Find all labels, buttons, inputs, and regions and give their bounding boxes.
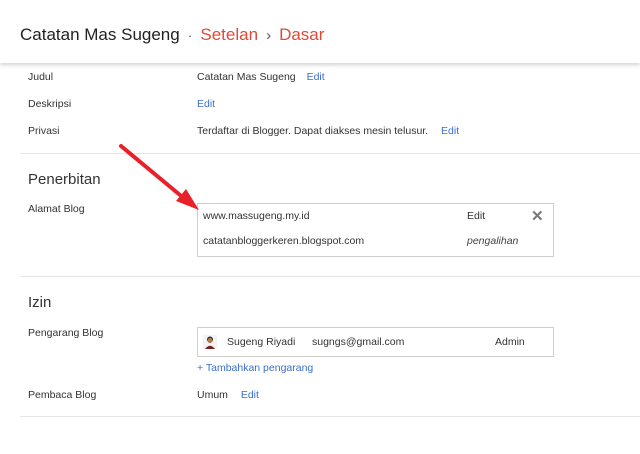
custom-domain-value: www.massugeng.my.id — [203, 210, 310, 222]
breadcrumb-separator: · — [187, 27, 193, 43]
readers-row: Umum Edit — [197, 389, 259, 401]
publishing-heading: Penerbitan — [28, 171, 101, 188]
add-author-link[interactable]: + Tambahkan pengarang — [197, 362, 313, 374]
section-divider — [20, 153, 640, 154]
author-role: Admin — [495, 336, 525, 348]
title-label: Judul — [28, 71, 54, 83]
breadcrumb: Catatan Mas Sugeng · Setelan › Dasar — [20, 25, 324, 45]
description-label: Deskripsi — [28, 98, 72, 110]
breadcrumb-blog-name[interactable]: Catatan Mas Sugeng — [20, 25, 180, 44]
blog-address-box: www.massugeng.my.id Edit ✕ catatanblogge… — [197, 203, 554, 257]
author-row: Sugeng Riyadi sugngs@gmail.com Admin — [197, 327, 554, 357]
description-edit-link[interactable]: Edit — [197, 98, 215, 110]
avatar — [203, 335, 217, 349]
blog-readers-label: Pembaca Blog — [28, 389, 97, 401]
privacy-label: Privasi — [28, 125, 60, 137]
permissions-heading: Izin — [28, 294, 52, 311]
readers-value: Umum — [197, 389, 228, 401]
blogspot-address-value: catatanbloggerkeren.blogspot.com — [203, 235, 365, 247]
section-divider — [20, 416, 640, 417]
privacy-edit-link[interactable]: Edit — [441, 125, 459, 137]
author-email-link[interactable]: sugngs@gmail.com — [312, 336, 404, 348]
author-name-link[interactable]: Sugeng Riyadi — [227, 336, 295, 348]
blog-authors-label: Pengarang Blog — [28, 327, 104, 339]
privacy-value: Terdaftar di Blogger. Dapat diakses mesi… — [197, 125, 429, 137]
readers-edit-link[interactable]: Edit — [241, 389, 259, 401]
top-bar: Catatan Mas Sugeng · Setelan › Dasar — [0, 0, 640, 63]
chevron-right-icon: › — [266, 27, 272, 44]
title-edit-link[interactable]: Edit — [307, 71, 325, 83]
close-icon[interactable]: ✕ — [531, 207, 544, 225]
privacy-row: Terdaftar di Blogger. Dapat diakses mesi… — [197, 125, 459, 137]
custom-domain-edit-link[interactable]: Edit — [467, 210, 485, 222]
title-value: Catatan Mas Sugeng — [197, 71, 296, 83]
blog-address-label: Alamat Blog — [28, 203, 85, 215]
breadcrumb-basic: Dasar — [279, 25, 325, 44]
section-divider — [20, 276, 640, 277]
title-row: Catatan Mas Sugeng Edit — [197, 71, 325, 83]
breadcrumb-settings[interactable]: Setelan — [200, 25, 258, 44]
redirect-label: pengalihan — [467, 235, 519, 247]
description-row: Edit — [197, 98, 215, 110]
